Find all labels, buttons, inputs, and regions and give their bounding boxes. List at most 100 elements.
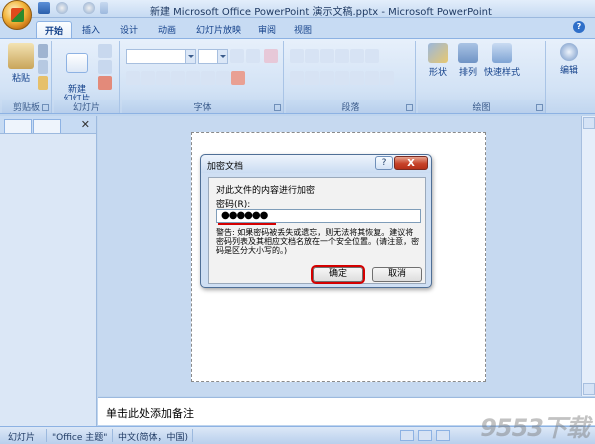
ok-button[interactable]: 确定 [311, 265, 365, 284]
help-button[interactable]: ? [375, 156, 393, 170]
paste-button[interactable]: 粘贴 [8, 43, 34, 84]
dialog-description: 对此文件的内容进行加密 [216, 186, 316, 196]
tab-animations[interactable]: 动画 [150, 21, 184, 38]
quick-styles-label: 快速样式 [483, 68, 520, 78]
font-size-combo[interactable] [198, 49, 228, 64]
cut-icon[interactable] [38, 44, 49, 59]
save-icon[interactable] [38, 2, 53, 15]
shapes-button[interactable]: 形状 [424, 43, 452, 78]
arrange-icon [458, 43, 478, 63]
editing-button[interactable]: 编辑 [554, 43, 584, 76]
reset-icon[interactable] [98, 60, 113, 75]
copy-icon[interactable] [38, 60, 49, 75]
font-style-buttons[interactable] [126, 71, 246, 86]
change-case-icon[interactable] [216, 71, 230, 85]
italic-icon[interactable] [141, 71, 155, 85]
layout-icon[interactable] [98, 44, 113, 59]
slides-tab[interactable] [4, 119, 32, 133]
status-slide: 幻灯片 [8, 433, 36, 443]
font-color-icon[interactable] [231, 71, 245, 85]
underline-icon[interactable] [156, 71, 170, 85]
chevron-down-icon[interactable] [217, 50, 227, 63]
scroll-down-icon[interactable] [583, 383, 595, 395]
tab-review[interactable]: 审阅 [250, 21, 284, 38]
redo-icon[interactable] [83, 2, 98, 15]
grow-font-icon[interactable] [230, 49, 245, 64]
tab-home[interactable]: 开始 [36, 21, 73, 38]
font-launcher-icon[interactable] [274, 104, 281, 111]
ribbon-tabs: 开始 插入 设计 动画 幻灯片放映 审阅 视图 ? [0, 18, 595, 38]
close-icon[interactable]: ✕ [81, 118, 90, 131]
title-bar: 新建 Microsoft Office PowerPoint 演示文稿.pptx… [0, 0, 595, 18]
password-field[interactable]: ●●●●●● [216, 209, 421, 223]
scroll-up-icon[interactable] [583, 117, 595, 129]
numbering-icon[interactable] [305, 49, 319, 63]
shadow-icon[interactable] [186, 71, 200, 85]
justify-icon[interactable] [335, 71, 349, 85]
paste-icon [8, 43, 34, 69]
slideshow-view-icon[interactable] [436, 430, 450, 441]
new-slide-icon [66, 53, 88, 73]
tab-insert[interactable]: 插入 [74, 21, 108, 38]
editing-label: 编辑 [559, 66, 578, 76]
vertical-scrollbar[interactable] [581, 116, 595, 396]
undo-icon[interactable] [56, 2, 71, 15]
increase-indent-icon[interactable] [335, 49, 349, 63]
decrease-indent-icon[interactable] [320, 49, 334, 63]
group-slides: 新建 幻灯片 幻灯片 [54, 41, 120, 113]
shrink-font-icon[interactable] [246, 49, 261, 64]
paragraph-launcher-icon[interactable] [406, 104, 413, 111]
drawing-launcher-icon[interactable] [536, 104, 543, 111]
sorter-view-icon[interactable] [418, 430, 432, 441]
list-buttons[interactable] [290, 49, 380, 64]
close-button[interactable]: X [394, 156, 428, 170]
arrange-button[interactable]: 排列 [454, 43, 482, 78]
office-button[interactable] [2, 0, 32, 30]
help-icon[interactable]: ? [573, 21, 585, 33]
columns-icon[interactable] [365, 71, 379, 85]
bullets-icon[interactable] [290, 49, 304, 63]
bold-icon[interactable] [126, 71, 140, 85]
group-label-paragraph: 段落 [286, 100, 415, 113]
align-right-icon[interactable] [320, 71, 334, 85]
dialog-title: 加密文档 [207, 162, 244, 172]
strikethrough-icon[interactable] [171, 71, 185, 85]
delete-slide-icon[interactable] [98, 76, 113, 91]
dialog-warning: 警告: 如果密码被丢失或遗忘，则无法将其恢复。建议将密码列表及其相应文档名放在一… [216, 228, 420, 255]
group-label-slides: 幻灯片 [54, 100, 119, 113]
distribute-icon[interactable] [350, 71, 364, 85]
tab-view[interactable]: 视图 [286, 21, 320, 38]
cancel-button[interactable]: 取消 [372, 267, 422, 282]
normal-view-icon[interactable] [400, 430, 414, 441]
status-theme: "Office 主题" [52, 433, 108, 443]
text-direction-icon[interactable] [365, 49, 379, 63]
clipboard-launcher-icon[interactable] [42, 104, 49, 111]
font-name-combo[interactable] [126, 49, 196, 64]
tab-slideshow[interactable]: 幻灯片放映 [188, 21, 249, 38]
outline-tab[interactable] [33, 119, 61, 133]
status-bar: 幻灯片 "Office 主题" 中文(简体，中国) 9553下载 [0, 414, 595, 444]
chevron-down-icon[interactable] [185, 50, 195, 63]
align-buttons[interactable] [290, 71, 395, 86]
group-label-drawing: 绘图 [418, 100, 545, 113]
quick-styles-button[interactable]: 快速样式 [482, 43, 522, 78]
group-font: 字体 [122, 41, 284, 113]
shapes-icon [428, 43, 448, 63]
highlight-underline [218, 223, 276, 225]
align-left-icon[interactable] [290, 71, 304, 85]
line-spacing-icon[interactable] [350, 49, 364, 63]
tab-design[interactable]: 设计 [112, 21, 146, 38]
paste-label: 粘贴 [11, 74, 30, 84]
char-spacing-icon[interactable] [201, 71, 215, 85]
new-slide-button[interactable]: 新建 幻灯片 [60, 43, 94, 105]
format-painter-icon[interactable] [38, 76, 49, 91]
status-language[interactable]: 中文(简体，中国) [118, 430, 188, 443]
shapes-label: 形状 [428, 68, 447, 78]
customize-qat-icon[interactable] [100, 2, 111, 15]
align-text-icon[interactable] [380, 71, 394, 85]
status-divider [112, 429, 113, 442]
clear-format-icon[interactable] [264, 49, 279, 64]
status-divider [192, 429, 193, 442]
align-center-icon[interactable] [305, 71, 319, 85]
arrange-label: 排列 [458, 68, 477, 78]
